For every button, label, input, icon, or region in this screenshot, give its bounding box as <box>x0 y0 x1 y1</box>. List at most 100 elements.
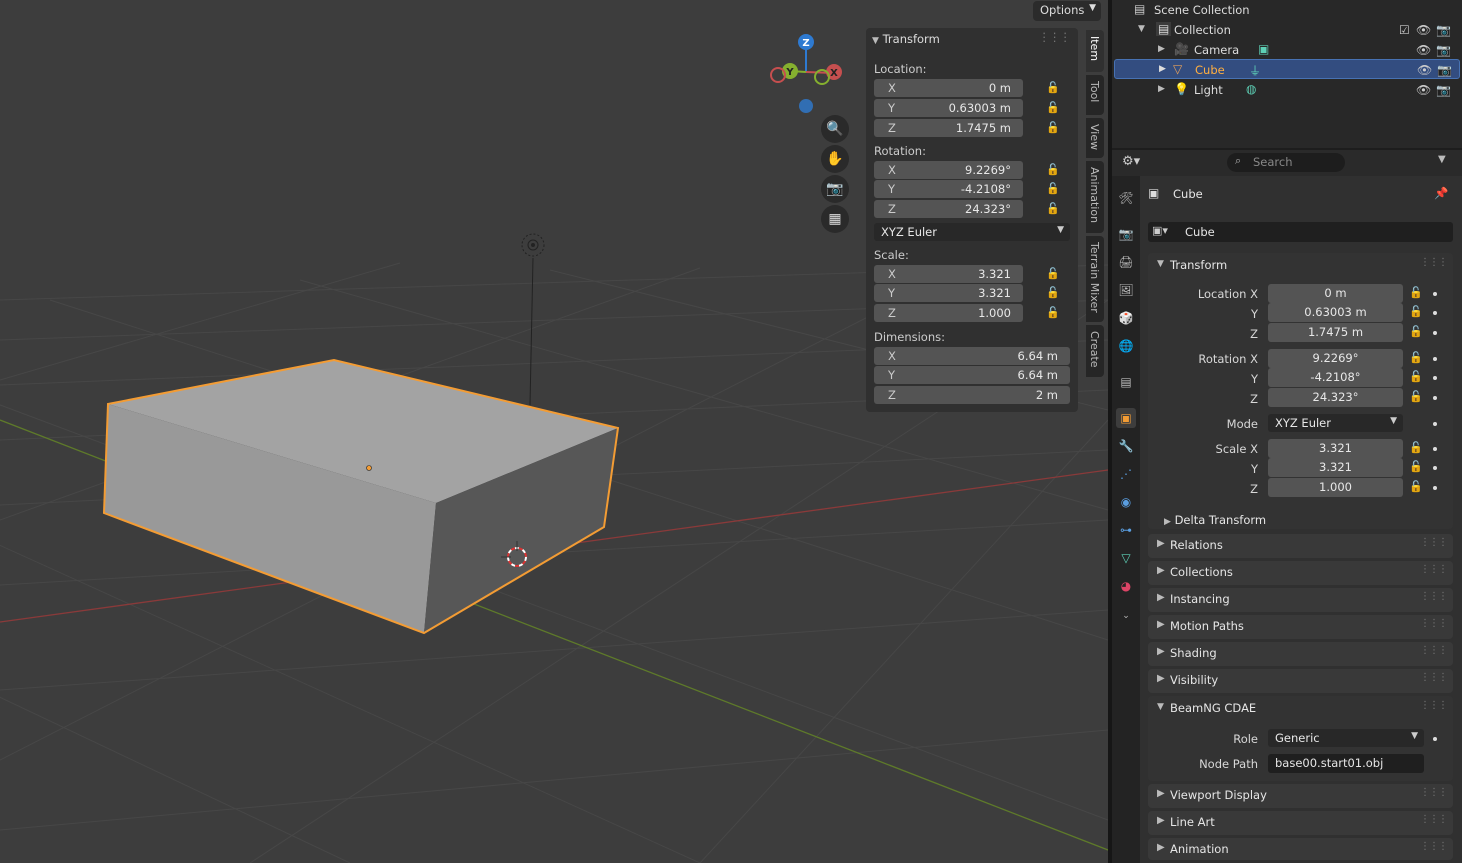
zoom-icon[interactable]: 🔍 <box>821 115 849 143</box>
keyframe-dot-icon[interactable] <box>1433 292 1437 296</box>
instancing-panel[interactable]: ▶ Instancing ⋮⋮⋮ <box>1148 588 1453 612</box>
tab-terrain-mixer[interactable]: Terrain Mixer <box>1086 236 1104 322</box>
mesh-data-tab-icon[interactable]: ▽ <box>1116 548 1136 568</box>
rotation-x-field[interactable]: 9.2269° <box>1268 349 1403 368</box>
view-layer-tab-icon[interactable]: 🖼 <box>1116 280 1136 300</box>
relations-panel[interactable]: ▶ Relations ⋮⋮⋮ <box>1148 534 1453 558</box>
location-y-field[interactable]: 0.63003 m <box>1268 303 1403 322</box>
lock-icon[interactable]: 🔓 <box>1409 286 1423 300</box>
collection-tab-icon[interactable]: ▤ <box>1116 372 1136 392</box>
perspective-grid-icon[interactable]: ▦ <box>821 205 849 233</box>
lock-icon[interactable]: 🔓 <box>1409 351 1423 365</box>
keyframe-dot-icon[interactable] <box>1433 466 1437 470</box>
tool-tab-icon[interactable]: 🛠 <box>1116 188 1136 208</box>
chevron-down-icon[interactable]: ⌄ <box>1116 606 1136 626</box>
drag-grip-icon[interactable]: ⋮⋮⋮ <box>1039 30 1071 44</box>
editor-type-icon[interactable]: ⚙▾ <box>1122 154 1140 169</box>
scale-z-field[interactable]: Z 1.000 <box>874 304 1023 322</box>
transform-panel-title[interactable]: Transform <box>1170 258 1227 272</box>
lock-icon[interactable]: 🔓 <box>1409 441 1423 455</box>
scale-z-field[interactable]: 1.000 <box>1268 478 1403 497</box>
dimensions-z-field[interactable]: Z2 m <box>874 386 1070 404</box>
lock-icon[interactable]: 🔓 <box>1046 306 1060 320</box>
location-y-field[interactable]: Y 0.63003 m <box>874 99 1023 117</box>
rotation-x-field[interactable]: X 9.2269° <box>874 161 1023 179</box>
modifier-wrench-icon[interactable]: 🔧 <box>1116 436 1136 456</box>
transform-header[interactable]: ▼ Transform <box>872 32 940 46</box>
outliner-item-cube[interactable]: ▶ ▽ Cube ⏚ 👁 📷 <box>1114 59 1460 79</box>
lock-icon[interactable]: 🔓 <box>1409 460 1423 474</box>
options-dropdown[interactable]: Options ▼ <box>1033 1 1101 21</box>
viewport-display-panel[interactable]: ▶ Viewport Display ⋮⋮⋮ <box>1148 784 1453 808</box>
node-path-input[interactable]: base00.start01.obj <box>1268 754 1424 773</box>
keyframe-dot-icon[interactable] <box>1433 396 1437 400</box>
keyframe-dot-icon[interactable] <box>1433 311 1437 315</box>
object-name-field[interactable]: ▣▾ Cube <box>1148 222 1453 242</box>
delta-transform-subpanel[interactable]: ▶ Delta Transform <box>1164 513 1266 527</box>
keyframe-dot-icon[interactable] <box>1433 376 1437 380</box>
lock-icon[interactable]: 🔓 <box>1046 182 1060 196</box>
scale-x-field[interactable]: 3.321 <box>1268 439 1403 458</box>
scene-tab-icon[interactable]: 🎲 <box>1116 308 1136 328</box>
keyframe-dot-icon[interactable] <box>1433 486 1437 490</box>
beamng-cdae-title[interactable]: BeamNG CDAE <box>1170 701 1256 715</box>
tab-create[interactable]: Create <box>1086 325 1104 377</box>
collections-panel[interactable]: ▶ Collections ⋮⋮⋮ <box>1148 561 1453 585</box>
tab-item[interactable]: Item <box>1086 30 1104 72</box>
location-z-field[interactable]: 1.7475 m <box>1268 323 1403 342</box>
keyframe-dot-icon[interactable] <box>1433 447 1437 451</box>
keyframe-dot-icon[interactable] <box>1433 737 1437 741</box>
object-tab-icon[interactable]: ▣ <box>1116 408 1136 428</box>
lock-icon[interactable]: 🔓 <box>1046 286 1060 300</box>
physics-tab-icon[interactable]: ◉ <box>1116 492 1136 512</box>
keyframe-dot-icon[interactable] <box>1433 422 1437 426</box>
rotation-y-field[interactable]: Y -4.2108° <box>874 180 1023 198</box>
rotation-y-field[interactable]: -4.2108° <box>1268 368 1403 387</box>
tab-view[interactable]: View <box>1086 118 1104 158</box>
dimensions-y-field[interactable]: Y 6.64 m <box>874 366 1070 384</box>
location-x-field[interactable]: X0 m <box>874 79 1023 97</box>
outliner-item-light[interactable]: ▶ 💡 Light ◍ 👁 📷 <box>1112 80 1462 100</box>
lock-icon[interactable]: 🔓 <box>1046 267 1060 281</box>
render-tab-icon[interactable]: 📷 <box>1116 224 1136 244</box>
pin-icon[interactable]: 📌 <box>1434 186 1448 200</box>
role-select[interactable]: Generic ▼ <box>1268 729 1424 747</box>
lock-icon[interactable]: 🔓 <box>1409 325 1423 339</box>
tab-tool[interactable]: Tool <box>1086 75 1104 115</box>
line-art-panel[interactable]: ▶ Line Art ⋮⋮⋮ <box>1148 811 1453 835</box>
3d-viewport[interactable]: Z Y X Options ▼ 🔍 ✋ 📷 ▦ ▼ Transform ⋮⋮⋮ … <box>0 0 1108 863</box>
lock-icon[interactable]: 🔓 <box>1046 101 1060 115</box>
location-z-field[interactable]: Z 1.7475 m <box>874 119 1023 137</box>
pan-hand-icon[interactable]: ✋ <box>821 145 849 173</box>
keyframe-dot-icon[interactable] <box>1433 331 1437 335</box>
visibility-panel[interactable]: ▶ Visibility ⋮⋮⋮ <box>1148 669 1453 693</box>
rotation-z-field[interactable]: Z 24.323° <box>874 200 1023 218</box>
scale-y-field[interactable]: 3.321 <box>1268 458 1403 477</box>
keyframe-dot-icon[interactable] <box>1433 357 1437 361</box>
outliner-collection[interactable]: ▼ ▤ Collection ☑ 👁 📷 <box>1112 20 1462 40</box>
rotation-mode-select[interactable]: XYZ Euler ▼ <box>874 223 1070 241</box>
shading-panel[interactable]: ▶ Shading ⋮⋮⋮ <box>1148 642 1453 666</box>
scale-y-field[interactable]: Y 3.321 <box>874 284 1023 302</box>
tab-animation[interactable]: Animation <box>1086 161 1104 233</box>
world-tab-icon[interactable]: 🌐 <box>1116 336 1136 356</box>
particles-tab-icon[interactable]: ⋰ <box>1116 464 1136 484</box>
location-x-field[interactable]: 0 m <box>1268 284 1403 303</box>
rotation-z-field[interactable]: 24.323° <box>1268 388 1403 407</box>
lock-icon[interactable]: 🔓 <box>1409 390 1423 404</box>
lock-icon[interactable]: 🔓 <box>1046 121 1060 135</box>
dimensions-x-field[interactable]: X 6.64 m <box>874 347 1070 365</box>
motion-paths-panel[interactable]: ▶ Motion Paths ⋮⋮⋮ <box>1148 615 1453 639</box>
lock-icon[interactable]: 🔓 <box>1046 81 1060 95</box>
outliner-item-camera[interactable]: ▶ 🎥 Camera ▣ 👁 📷 <box>1112 40 1462 60</box>
lock-icon[interactable]: 🔓 <box>1046 202 1060 216</box>
constraints-tab-icon[interactable]: ⊶ <box>1116 520 1136 540</box>
outliner-scene-collection[interactable]: ▤ Scene Collection <box>1112 0 1462 20</box>
animation-panel[interactable]: ▶ Animation ⋮⋮⋮ <box>1148 838 1453 860</box>
lock-icon[interactable]: 🔓 <box>1046 163 1060 177</box>
scale-x-field[interactable]: X 3.321 <box>874 265 1023 283</box>
output-tab-icon[interactable]: 🖨 <box>1116 252 1136 272</box>
lock-icon[interactable]: 🔓 <box>1409 370 1423 384</box>
lock-icon[interactable]: 🔓 <box>1409 480 1423 494</box>
options-chevron-icon[interactable]: ▼ <box>1438 154 1446 165</box>
